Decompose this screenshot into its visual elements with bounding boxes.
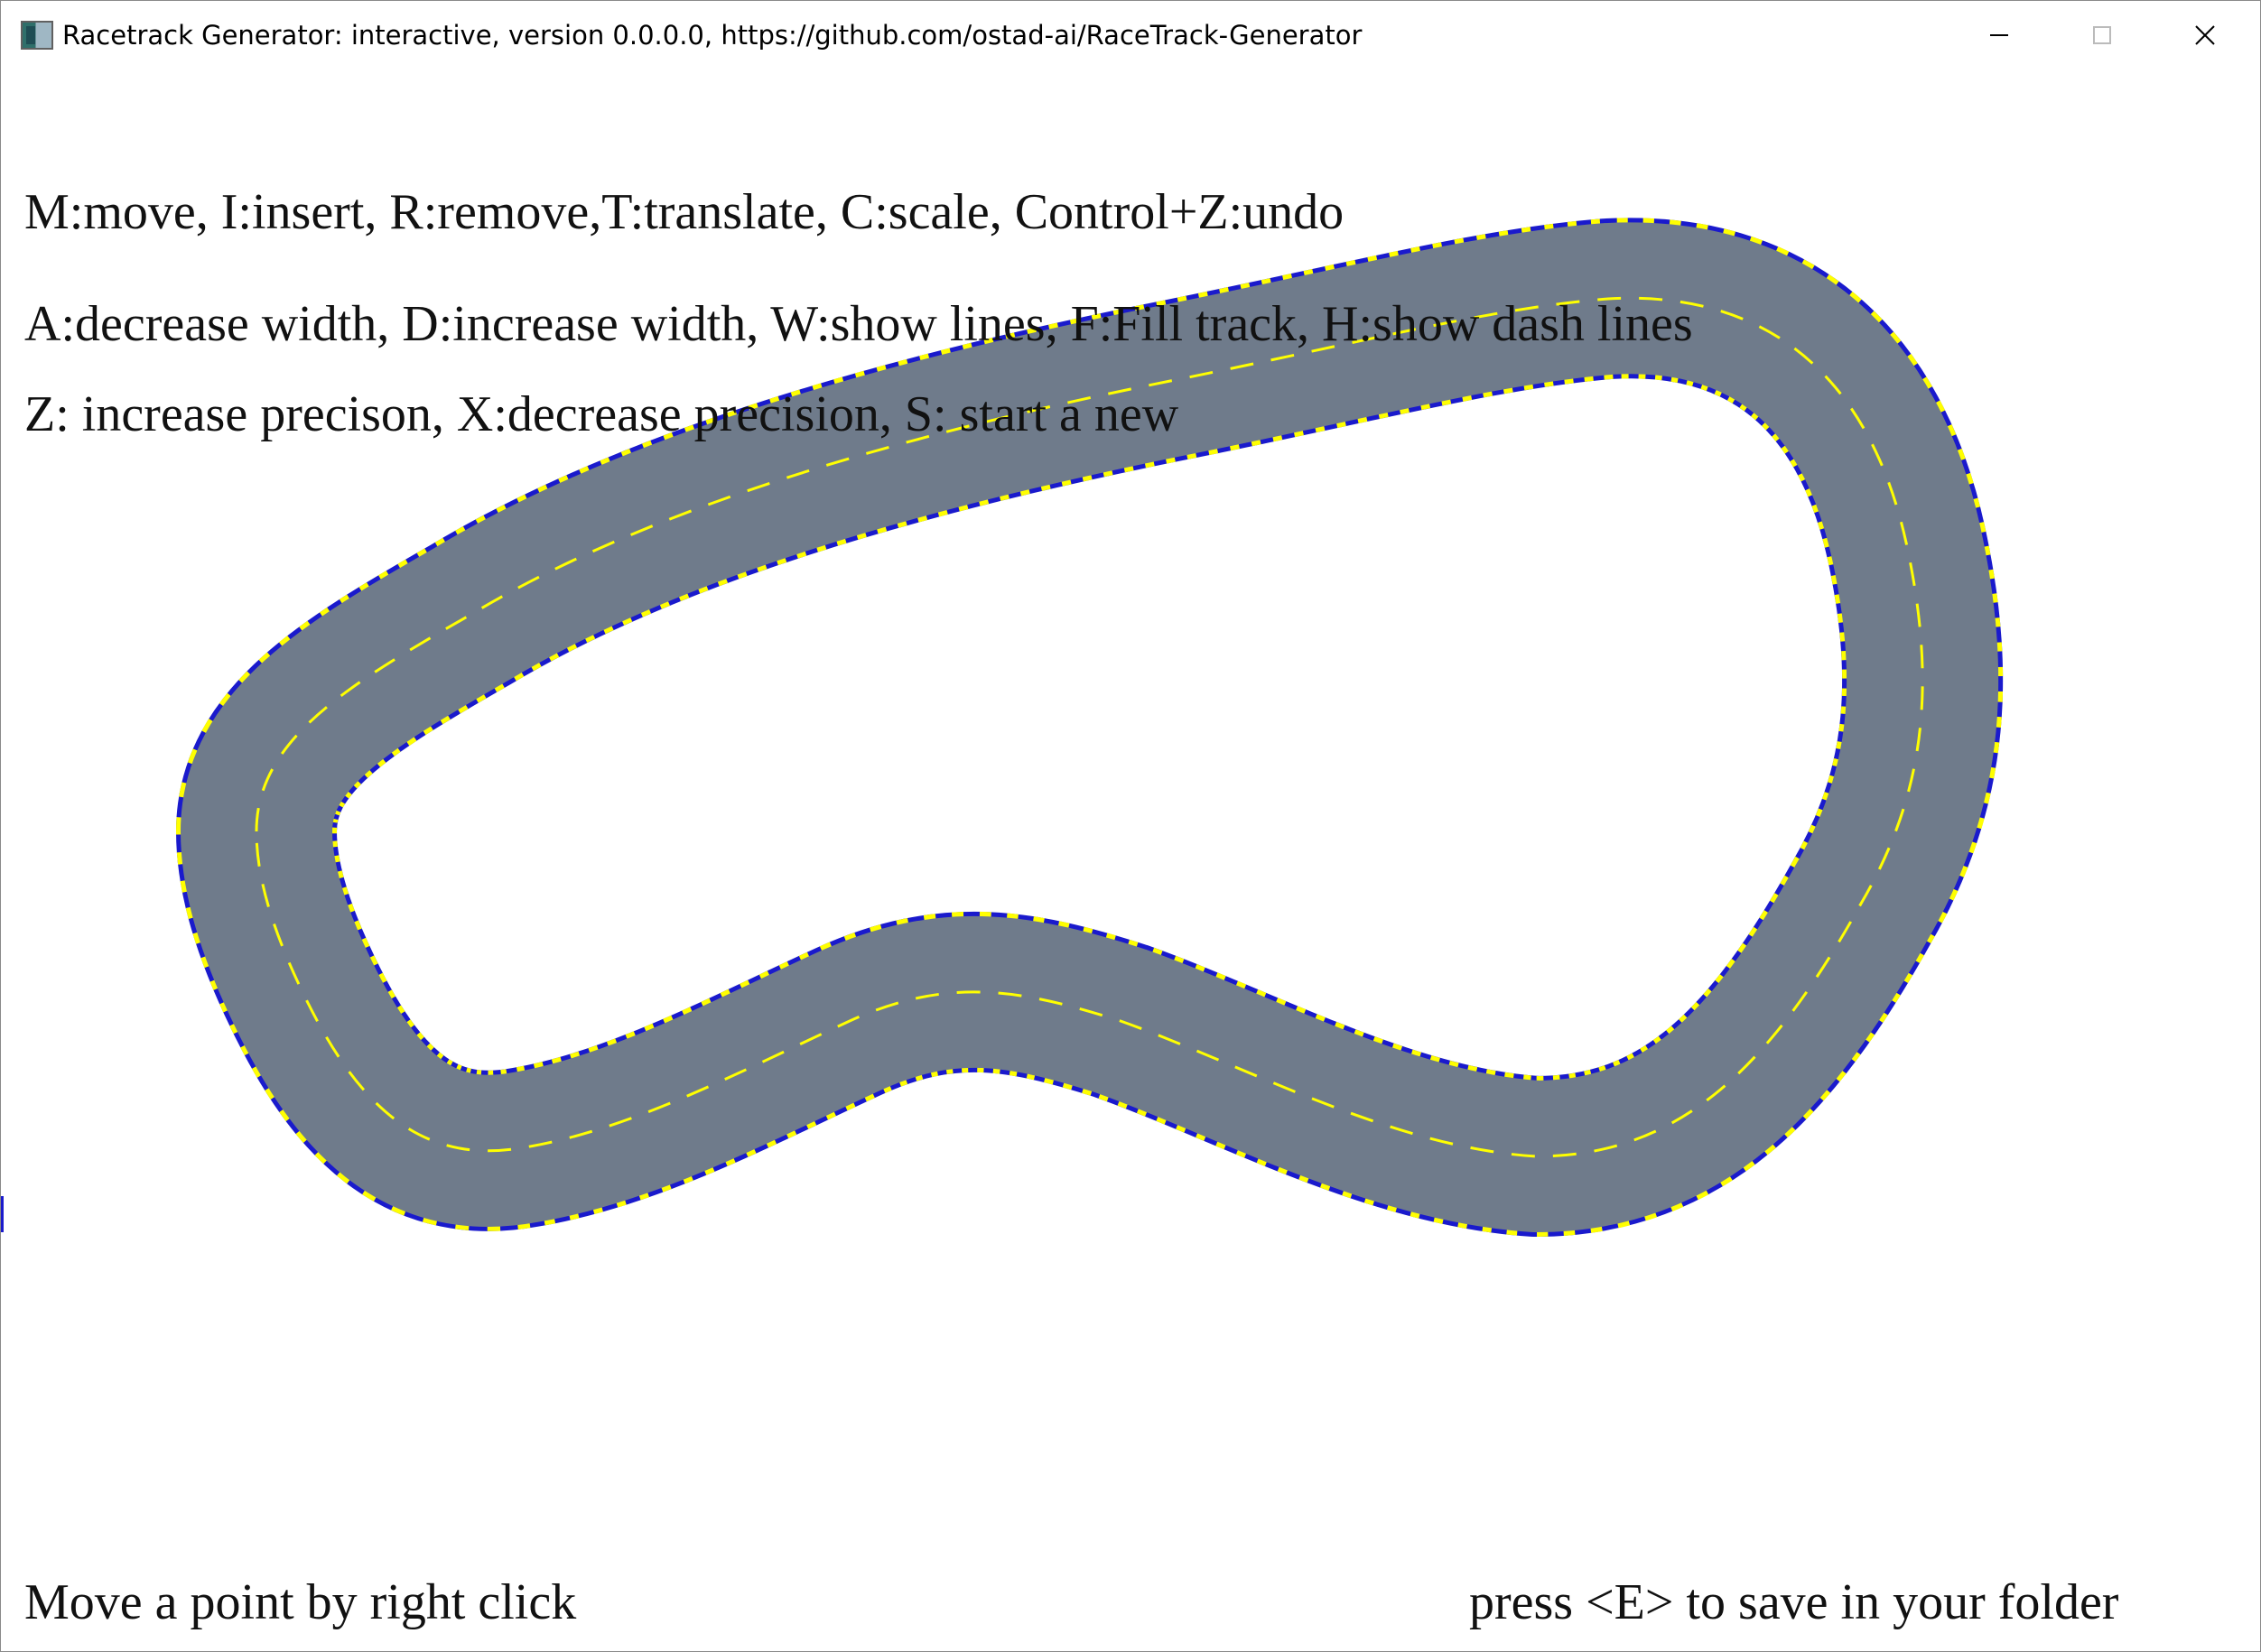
- app-icon: [21, 21, 53, 50]
- close-button[interactable]: [2154, 1, 2256, 70]
- footer-hint-right: press <E> to save in your folder: [1469, 1574, 2119, 1630]
- footer-hint-left: Move a point by right click: [24, 1574, 577, 1630]
- maximize-icon: [2093, 26, 2111, 44]
- help-line-3: Z: increase precison, X:decrease precisi…: [24, 386, 1179, 442]
- window-title: Racetrack Generator: interactive, versio…: [62, 20, 1363, 51]
- title-bar[interactable]: Racetrack Generator: interactive, versio…: [1, 1, 2260, 70]
- minimize-button[interactable]: [1948, 1, 2051, 70]
- edge-marker: [1, 1196, 4, 1232]
- help-line-1: M:move, I:insert, R:remove,T:translate, …: [24, 184, 1345, 240]
- minimize-icon: [1990, 34, 2008, 36]
- maximize-button[interactable]: [2051, 1, 2154, 70]
- app-window: Racetrack Generator: interactive, versio…: [0, 0, 2261, 1652]
- drawing-canvas[interactable]: M:move, I:insert, R:remove,T:translate, …: [1, 70, 2260, 1651]
- help-line-2: A:decrease width, D:increase width, W:sh…: [24, 296, 1693, 352]
- close-icon: [2195, 25, 2215, 45]
